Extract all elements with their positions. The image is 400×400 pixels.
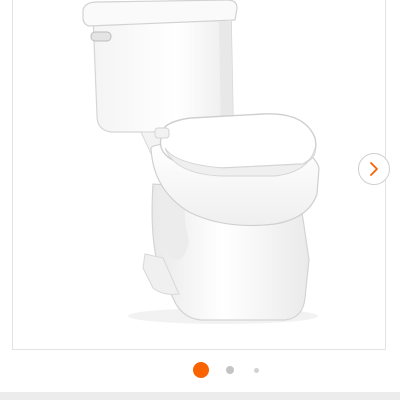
- image-pagination: [0, 362, 400, 380]
- next-image-button[interactable]: [358, 153, 390, 185]
- page-divider: [0, 392, 400, 400]
- pagination-dot[interactable]: [226, 366, 234, 374]
- chevron-right-icon: [370, 162, 378, 176]
- product-image: [82, 0, 320, 324]
- product-image-gallery: [12, 0, 390, 350]
- product-page: [0, 0, 400, 400]
- pagination-dot-active[interactable]: [193, 362, 209, 378]
- pagination-dot[interactable]: [254, 368, 259, 373]
